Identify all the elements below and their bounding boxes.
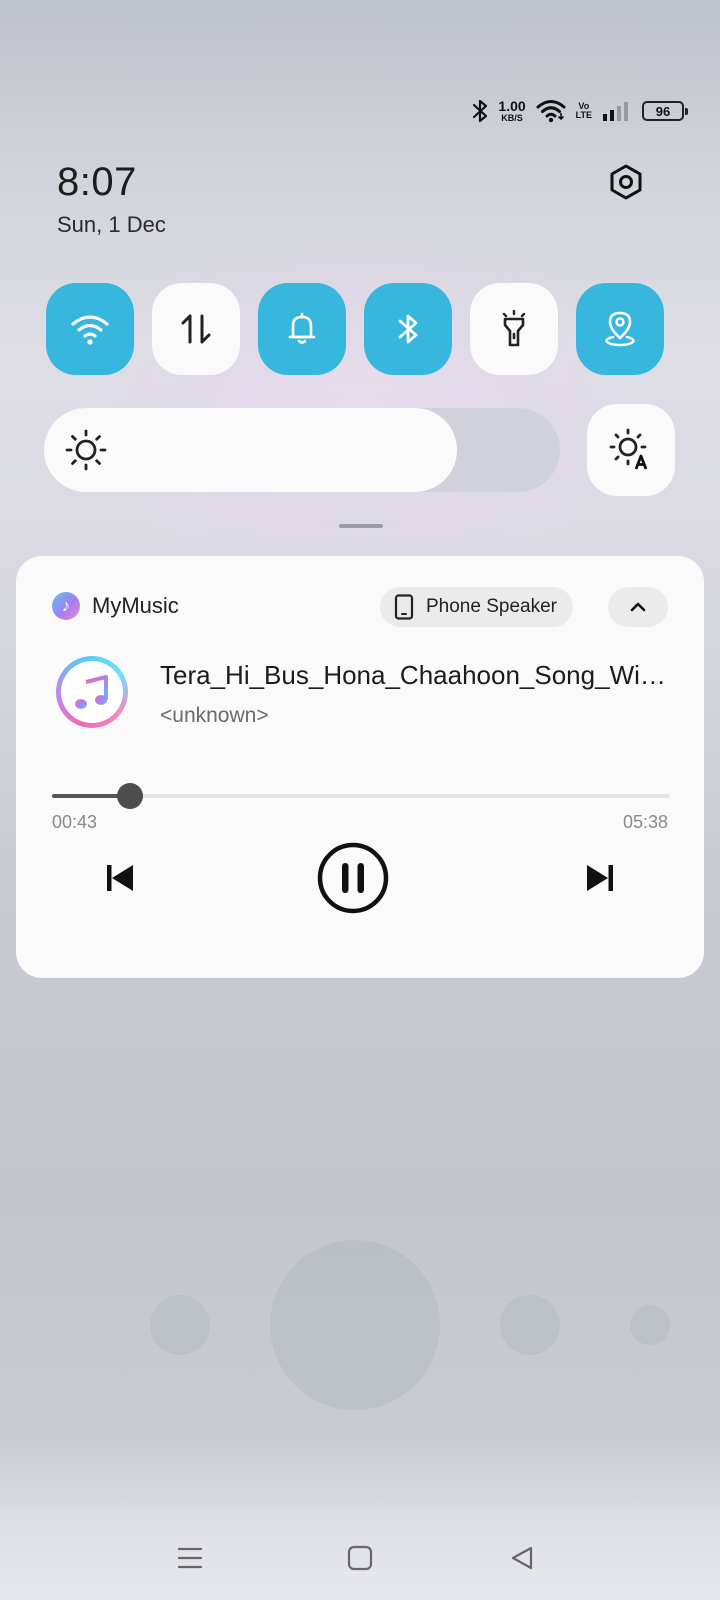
media-app-header: ♪ MyMusic [52,592,179,620]
tile-sound[interactable] [258,283,346,375]
sun-icon [65,429,107,471]
quick-settings-tiles [46,283,674,375]
tile-bluetooth[interactable] [364,283,452,375]
next-track-button[interactable] [576,854,624,902]
clock-date: Sun, 1 Dec [57,212,166,237]
wifi-status-icon [536,99,566,123]
network-speed: 1.00 KB/S [498,99,525,123]
data-arrows-icon [181,314,211,344]
bell-icon [288,312,316,344]
back-button[interactable] [498,1534,546,1582]
volte-icon: Vo LTE [575,101,592,121]
tile-location[interactable] [576,283,664,375]
recent-apps-button[interactable] [166,1534,214,1582]
tile-flashlight[interactable] [470,283,558,375]
song-artist: <unknown> [160,704,269,727]
network-speed-value: 1.00 [498,98,526,114]
battery-level: 96 [655,103,671,119]
skip-previous-icon [107,865,133,891]
settings-button[interactable] [602,158,650,206]
play-pause-button[interactable] [315,840,391,916]
collapse-button[interactable] [608,587,668,627]
media-player-card: ♪ MyMusic Phone Speaker Tera_Hi_Bus_Hona… [16,556,704,978]
network-speed-unit: KB/S [501,113,523,123]
tile-mobile-data[interactable] [152,283,240,375]
home-button[interactable] [336,1534,384,1582]
brightness-slider[interactable] [44,408,560,492]
song-title: Tera_Hi_Bus_Hona_Chaahoon_Song_With_Lyri… [160,660,670,690]
panel-drag-handle[interactable] [339,524,383,528]
clock-time: 8:07 [57,160,137,204]
previous-track-button[interactable] [96,854,144,902]
output-device-label: Phone Speaker [426,596,557,617]
signal-icon [602,100,628,122]
music-note-icon [75,675,108,709]
seek-bar-thumb[interactable] [117,783,144,809]
current-time: 00:43 [52,812,98,832]
back-icon [511,1546,533,1570]
phone-icon [394,594,414,620]
auto-brightness-button[interactable] [587,404,675,496]
flashlight-icon [502,310,526,347]
background-ghost-player [0,1240,720,1420]
album-art [56,656,128,728]
chevron-up-icon [630,602,646,612]
home-icon [347,1545,373,1571]
menu-icon [177,1547,203,1569]
output-device-button[interactable]: Phone Speaker [380,587,573,627]
tile-wifi[interactable] [46,283,134,375]
bluetooth-icon [398,314,418,344]
bluetooth-status-icon [472,99,488,123]
battery-icon: 96 [642,101,688,121]
navigation-bar [0,1520,720,1600]
auto-brightness-icon [609,428,648,470]
volte-bottom-label: LTE [575,110,592,120]
wifi-icon [71,315,109,345]
location-pin-icon [605,311,635,347]
status-bar: 1.00 KB/S Vo LTE 96 [472,96,688,126]
pause-icon [317,842,389,914]
brightness-slider-fill[interactable] [44,408,457,492]
skip-next-icon [587,865,613,891]
gear-icon [610,164,642,200]
music-note-icon: ♪ [52,592,80,620]
media-app-name: MyMusic [92,593,179,618]
seek-bar[interactable] [52,783,670,809]
total-time: 05:38 [622,812,668,832]
